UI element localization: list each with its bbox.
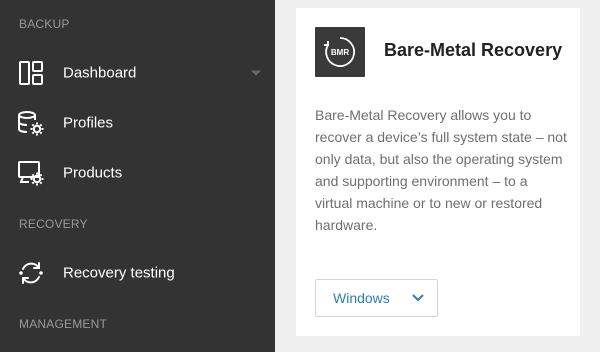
sidebar-item-recovery-testing[interactable]: Recovery testing [0, 251, 275, 295]
os-select-dropdown[interactable]: Windows [315, 279, 438, 317]
bmr-card: BMR Bare-Metal Recovery Bare-Metal Recov… [296, 8, 580, 336]
sidebar-item-label: Dashboard [63, 64, 137, 82]
bmr-logo-icon: BMR [315, 27, 365, 77]
section-title-recovery: RECOVERY [19, 217, 88, 231]
section-title-management: MANAGEMENT [19, 317, 108, 331]
dashboard-icon [17, 59, 45, 87]
sidebar-item-label: Products [63, 164, 123, 182]
chevron-down-icon[interactable] [251, 70, 261, 76]
sidebar-item-label: Recovery testing [63, 264, 175, 282]
sidebar-item-label: Profiles [63, 114, 114, 132]
section-title-backup: BACKUP [19, 17, 70, 31]
sidebar: BACKUP Dashboard Profiles Products RECOV… [0, 0, 275, 352]
card-title: Bare-Metal Recovery [384, 40, 563, 60]
products-gear-icon [17, 159, 45, 187]
sidebar-item-products[interactable]: Products [0, 151, 275, 195]
sidebar-item-dashboard[interactable]: Dashboard [0, 51, 275, 95]
chevron-down-icon [412, 289, 424, 307]
card-description: Bare-Metal Recovery allows you to recove… [315, 107, 567, 233]
recovery-cycle-icon [17, 259, 45, 287]
bmr-logo-text: BMR [331, 48, 349, 57]
profiles-gear-icon [17, 109, 45, 137]
main-content: BMR Bare-Metal Recovery Bare-Metal Recov… [275, 0, 600, 352]
sidebar-item-profiles[interactable]: Profiles [0, 101, 275, 145]
os-select-value: Windows [333, 290, 390, 306]
